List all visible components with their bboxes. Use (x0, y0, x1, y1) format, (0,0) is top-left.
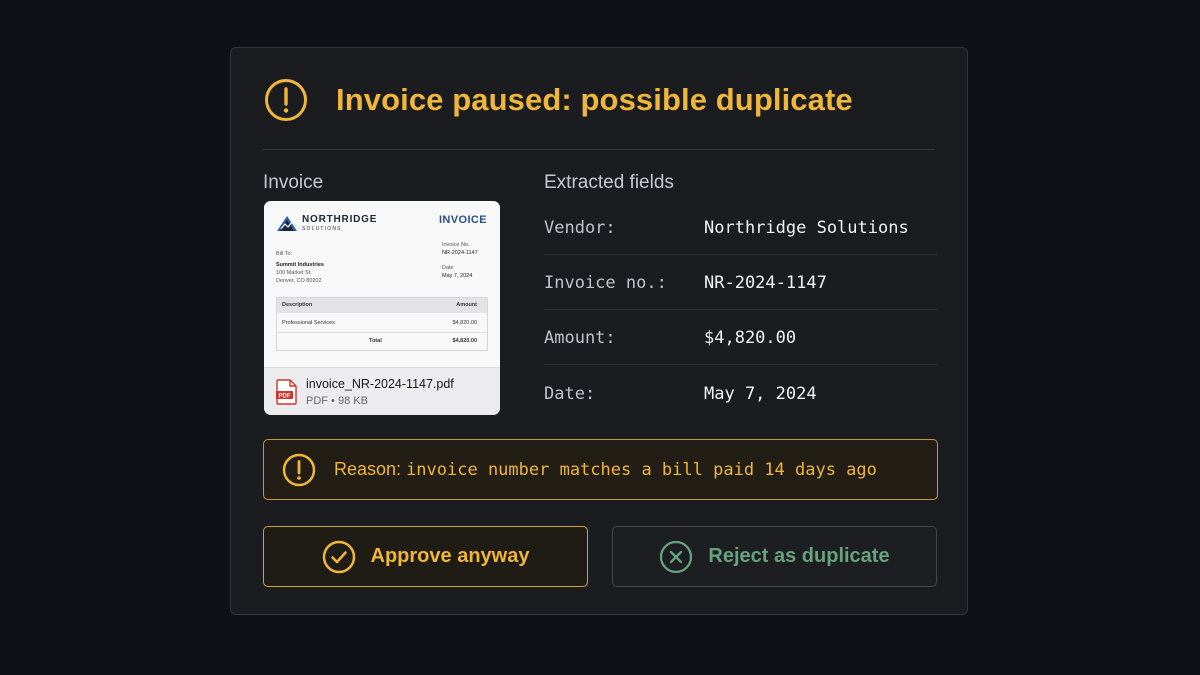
reason-prefix: Reason: (334, 459, 402, 479)
check-circle-icon (322, 540, 355, 573)
table-divider (277, 332, 487, 333)
bill-to-address-line1: 100 Market St. (276, 270, 312, 276)
warning-circle-icon (265, 79, 307, 121)
invoice-no-label: Invoice No. (442, 242, 470, 248)
reject-duplicate-button[interactable]: Reject as duplicate (612, 526, 937, 587)
pdf-file-icon: PDF (276, 379, 297, 405)
invoice-no-value: NR-2024-1147 (442, 250, 478, 256)
reason-banner: Reason: invoice number matches a bill pa… (263, 439, 938, 500)
reject-button-label: Reject as duplicate (708, 545, 890, 567)
field-divider (544, 309, 937, 310)
column-amount: Amount (456, 302, 477, 308)
field-row-date: Date: May 7, 2024 (544, 367, 937, 422)
company-logo-icon (277, 216, 297, 231)
field-key: Amount: (544, 328, 616, 348)
field-divider (544, 254, 937, 255)
company-name: NORTHRIDGE (302, 214, 378, 225)
field-value: Northridge Solutions (704, 218, 909, 238)
field-key: Invoice no.: (544, 273, 667, 293)
duplicate-invoice-dialog: Invoice paused: possible duplicate Invoi… (230, 47, 968, 615)
x-circle-icon (660, 540, 693, 573)
field-value: $4,820.00 (704, 328, 797, 348)
field-key: Date: (544, 384, 596, 404)
approve-button-label: Approve anyway (370, 545, 530, 567)
approve-anyway-button[interactable]: Approve anyway (263, 526, 588, 587)
file-info-bar: PDF invoice_NR-2024-1147.pdf PDF • 98 KB (264, 367, 500, 415)
total-label: Total (369, 338, 382, 344)
bill-to-address-line2: Denver, CO 80202 (276, 278, 322, 284)
invoice-document-thumbnail: NORTHRIDGE SOLUTIONS INVOICE Bill To: Su… (264, 201, 500, 367)
total-amount: $4,820.00 (452, 338, 477, 344)
file-meta: PDF • 98 KB (306, 395, 368, 407)
column-description: Description (282, 302, 313, 308)
date-label: Date (442, 265, 454, 271)
field-value: NR-2024-1147 (704, 273, 827, 293)
file-name: invoice_NR-2024-1147.pdf (306, 377, 454, 391)
field-row-amount: Amount: $4,820.00 (544, 311, 937, 366)
extracted-fields-label: Extracted fields (544, 172, 674, 193)
line-item-amount: $4,820.00 (452, 320, 477, 326)
bill-to-label: Bill To: (276, 251, 293, 257)
dialog-header: Invoice paused: possible duplicate (264, 78, 853, 122)
field-key: Vendor: (544, 218, 616, 238)
warning-circle-icon (282, 453, 316, 486)
date-value: May 7, 2024 (442, 273, 473, 279)
reason-text: Reason: invoice number matches a bill pa… (334, 459, 877, 480)
field-divider (544, 364, 937, 365)
invoice-preview[interactable]: NORTHRIDGE SOLUTIONS INVOICE Bill To: Su… (264, 201, 500, 415)
company-subtitle: SOLUTIONS (302, 226, 342, 232)
header-divider (263, 149, 935, 150)
bill-to-name: Summit Industries (276, 262, 324, 268)
document-title: INVOICE (438, 214, 487, 226)
pdf-badge-text: PDF (279, 393, 291, 399)
field-value: May 7, 2024 (704, 384, 817, 404)
reason-detail: invoice number matches a bill paid 14 da… (406, 460, 877, 480)
line-items-table: Description Amount Professional Services… (276, 297, 488, 351)
dialog-title: Invoice paused: possible duplicate (336, 82, 853, 117)
field-row-vendor: Vendor: Northridge Solutions (544, 201, 937, 256)
field-row-invoice-no: Invoice no.: NR-2024-1147 (544, 256, 937, 311)
invoice-section-label: Invoice (263, 172, 324, 193)
line-item-description: Professional Services (282, 320, 335, 326)
